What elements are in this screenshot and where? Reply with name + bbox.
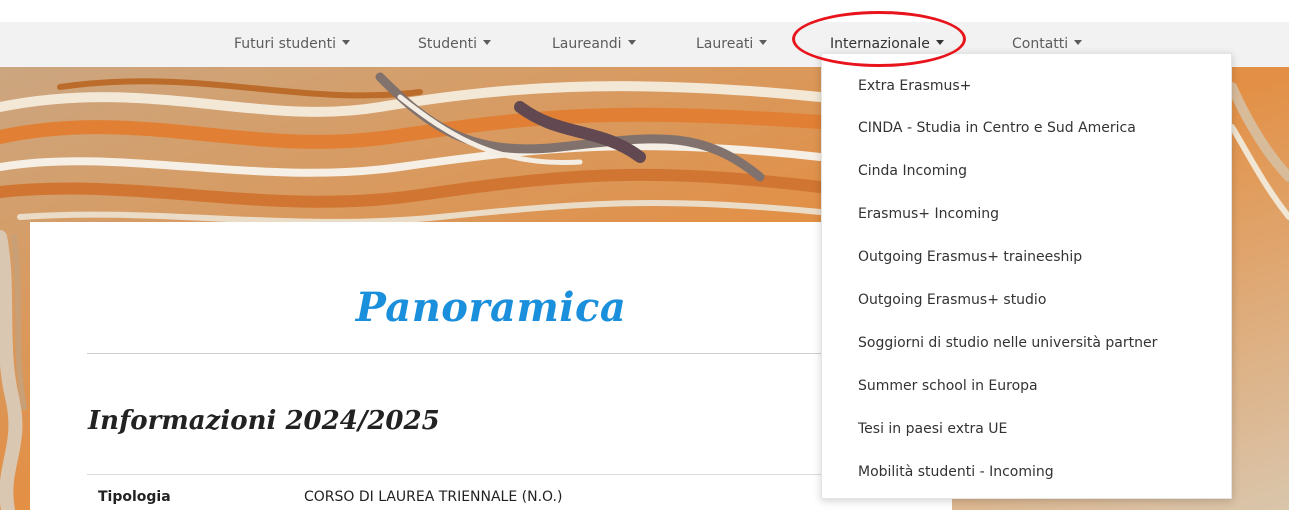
caret-down-icon — [935, 39, 944, 45]
nav-item-label: Laureati — [696, 36, 754, 52]
info-value-tipologia: CORSO DI LAUREA TRIENNALE (N.O.) — [304, 489, 563, 505]
nav-item-internazionale[interactable]: Internazionale — [830, 36, 944, 52]
nav-item-studenti[interactable]: Studenti — [418, 36, 492, 52]
internazionale-dropdown-menu: Extra Erasmus+ CINDA - Studia in Centro … — [821, 53, 1232, 499]
dropdown-item-extra-erasmus[interactable]: Extra Erasmus+ — [858, 78, 971, 94]
caret-down-icon — [759, 39, 768, 45]
nav-item-label: Contatti — [1012, 36, 1069, 52]
nav-item-label: Laureandi — [552, 36, 622, 52]
caret-down-icon — [627, 39, 636, 45]
dropdown-item-cinda-incoming[interactable]: Cinda Incoming — [858, 163, 967, 179]
nav-item-label: Internazionale — [830, 36, 930, 52]
nav-item-label: Studenti — [418, 36, 478, 52]
dropdown-item-tesi-extra-ue[interactable]: Tesi in paesi extra UE — [858, 421, 1007, 437]
title-divider — [87, 353, 877, 354]
page-title: Panoramica — [355, 284, 627, 331]
dropdown-item-summer-school[interactable]: Summer school in Europa — [858, 378, 1038, 394]
nav-item-contatti[interactable]: Contatti — [1012, 36, 1083, 52]
info-label-tipologia: Tipologia — [98, 489, 171, 505]
dropdown-item-cinda-studia[interactable]: CINDA - Studia in Centro e Sud America — [858, 120, 1136, 136]
dropdown-item-outgoing-traineeship[interactable]: Outgoing Erasmus+ traineeship — [858, 249, 1082, 265]
content-card: Panoramica Informazioni 2024/2025 Tipolo… — [30, 222, 952, 522]
caret-down-icon — [483, 39, 492, 45]
dropdown-item-erasmus-incoming[interactable]: Erasmus+ Incoming — [858, 206, 999, 222]
dropdown-item-outgoing-studio[interactable]: Outgoing Erasmus+ studio — [858, 292, 1046, 308]
section-title: Informazioni 2024/2025 — [88, 406, 440, 436]
nav-item-label: Futuri studenti — [234, 36, 337, 52]
dropdown-item-mobilita-incoming[interactable]: Mobilità studenti - Incoming — [858, 464, 1054, 480]
nav-item-laureandi[interactable]: Laureandi — [552, 36, 636, 52]
nav-item-laureati[interactable]: Laureati — [696, 36, 768, 52]
nav-item-futuri-studenti[interactable]: Futuri studenti — [234, 36, 351, 52]
caret-down-icon — [342, 39, 351, 45]
caret-down-icon — [1074, 39, 1083, 45]
dropdown-item-soggiorni-studio[interactable]: Soggiorni di studio nelle università par… — [858, 335, 1157, 351]
